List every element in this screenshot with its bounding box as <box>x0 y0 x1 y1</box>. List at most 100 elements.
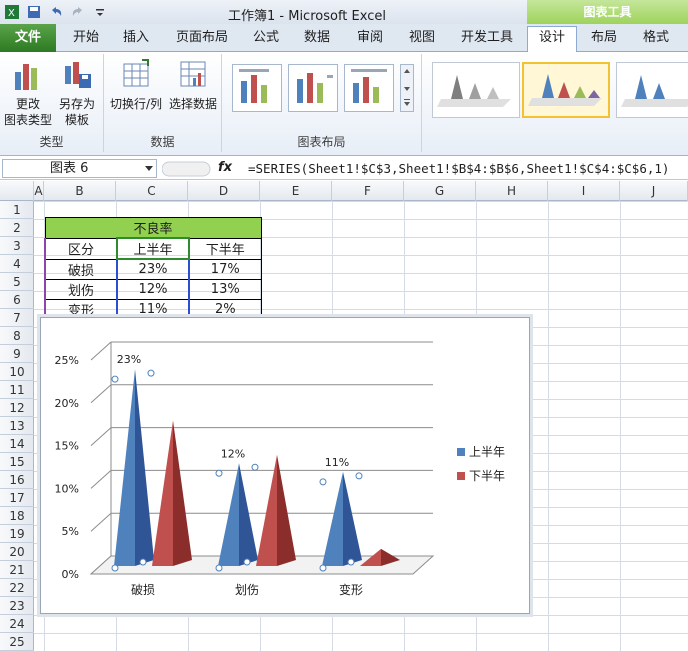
row-header-3[interactable]: 3 <box>0 237 34 255</box>
row-header-18[interactable]: 18 <box>0 507 34 525</box>
selection-handle[interactable] <box>215 564 223 572</box>
tab-developer[interactable]: 开发工具 <box>455 27 519 51</box>
row-header-25[interactable]: 25 <box>0 633 34 651</box>
selection-handle[interactable] <box>251 463 259 471</box>
tab-home[interactable]: 开始 <box>66 27 106 51</box>
selection-handle[interactable] <box>147 369 155 377</box>
row-header-4[interactable]: 4 <box>0 255 34 273</box>
table-header-cell[interactable]: 下半年 <box>188 237 262 260</box>
tab-page-layout[interactable]: 页面布局 <box>170 27 234 51</box>
col-header-a[interactable]: A <box>34 181 44 201</box>
table-cell[interactable]: 划伤 <box>44 278 118 300</box>
col-header-j[interactable]: J <box>620 181 688 201</box>
insert-function-button[interactable]: fx <box>218 160 232 175</box>
pyramid-side-face[interactable] <box>343 471 362 566</box>
chart-svg[interactable]: 0% 5% 10% 15% 20% 25% 23% 破损 12% 划伤 11% 变形 上半年下半年 <box>41 318 529 613</box>
pyramid-side-face[interactable] <box>173 420 192 566</box>
col-header-f[interactable]: F <box>332 181 404 201</box>
row-header-12[interactable]: 12 <box>0 399 34 417</box>
col-header-d[interactable]: D <box>188 181 260 201</box>
select-data-button[interactable]: 选择数据 <box>166 58 220 112</box>
selection-handle[interactable] <box>111 375 119 383</box>
row-header-24[interactable]: 24 <box>0 615 34 633</box>
tab-format[interactable]: 格式 <box>636 27 676 51</box>
row-header-16[interactable]: 16 <box>0 471 34 489</box>
selection-handle[interactable] <box>355 472 363 480</box>
pyramid-side-face[interactable] <box>277 454 296 566</box>
undo-icon[interactable] <box>48 4 64 20</box>
row-header-7[interactable]: 7 <box>0 309 34 327</box>
tab-design[interactable]: 设计 <box>527 26 577 52</box>
row-header-14[interactable]: 14 <box>0 435 34 453</box>
col-header-b[interactable]: B <box>44 181 116 201</box>
table-header-cell[interactable]: 上半年 <box>116 237 190 260</box>
row-header-5[interactable]: 5 <box>0 273 34 291</box>
table-cell[interactable]: 17% <box>188 258 262 280</box>
col-header-e[interactable]: E <box>260 181 332 201</box>
row-header-21[interactable]: 21 <box>0 561 34 579</box>
layout-scroll[interactable] <box>400 64 414 112</box>
selection-handle[interactable] <box>319 564 327 572</box>
pyramid-front-face[interactable] <box>152 420 173 566</box>
row-header-6[interactable]: 6 <box>0 291 34 309</box>
col-header-g[interactable]: G <box>404 181 476 201</box>
row-header-11[interactable]: 11 <box>0 381 34 399</box>
chart-layout-1[interactable] <box>232 64 282 112</box>
selection-handle[interactable] <box>139 558 147 566</box>
col-header-c[interactable]: C <box>116 181 188 201</box>
customize-toolbar-icon[interactable] <box>92 4 108 20</box>
chart-layout-2[interactable] <box>288 64 338 112</box>
selection-handle[interactable] <box>215 469 223 477</box>
chart-layout-3[interactable] <box>344 64 394 112</box>
tab-data[interactable]: 数据 <box>297 27 337 51</box>
tab-layout[interactable]: 布局 <box>584 27 624 51</box>
pyramid-side-face[interactable] <box>239 463 258 566</box>
tab-review[interactable]: 审阅 <box>350 27 390 51</box>
selection-handle[interactable] <box>111 564 119 572</box>
pyramid-front-face[interactable] <box>322 471 343 566</box>
row-header-17[interactable]: 17 <box>0 489 34 507</box>
pyramid-front-face[interactable] <box>218 463 239 566</box>
row-header-2[interactable]: 2 <box>0 219 34 237</box>
pyramid-front-face[interactable] <box>114 369 135 566</box>
name-box[interactable]: 图表 6 <box>2 159 157 178</box>
row-header-1[interactable]: 1 <box>0 201 34 219</box>
chart-style-1[interactable] <box>432 62 520 118</box>
tab-view[interactable]: 视图 <box>402 27 442 51</box>
switch-row-column-button[interactable]: 切换行/列 <box>108 58 164 112</box>
pyramid-side-face[interactable] <box>135 369 154 566</box>
row-header-22[interactable]: 22 <box>0 579 34 597</box>
chart-style-2-selected[interactable] <box>522 62 610 118</box>
tab-formulas[interactable]: 公式 <box>246 27 286 51</box>
save-as-template-button[interactable]: 另存为 模板 <box>54 58 100 128</box>
formula-input[interactable]: =SERIES(Sheet1!$C$3,Sheet1!$B$4:$B$6,She… <box>248 161 688 176</box>
chart-style-3[interactable] <box>616 62 688 118</box>
row-header-20[interactable]: 20 <box>0 543 34 561</box>
col-header-h[interactable]: H <box>476 181 548 201</box>
excel-icon[interactable]: X <box>4 4 20 20</box>
table-cell[interactable]: 破损 <box>44 258 118 280</box>
tab-insert[interactable]: 插入 <box>116 27 156 51</box>
selection-handle[interactable] <box>319 478 327 486</box>
pyramid-front-face[interactable] <box>256 454 277 566</box>
row-header-15[interactable]: 15 <box>0 453 34 471</box>
chart-area[interactable]: 0% 5% 10% 15% 20% 25% 23% 破损 12% 划伤 11% 变形 上半年 下半年 <box>40 317 530 614</box>
table-header-cell[interactable]: 区分 <box>44 237 118 260</box>
selection-handle[interactable] <box>347 558 355 566</box>
tab-file[interactable]: 文件 <box>0 24 56 52</box>
col-header-i[interactable]: I <box>548 181 620 201</box>
table-cell[interactable]: 13% <box>188 278 262 300</box>
row-header-9[interactable]: 9 <box>0 345 34 363</box>
row-header-23[interactable]: 23 <box>0 597 34 615</box>
row-header-10[interactable]: 10 <box>0 363 34 381</box>
row-header-13[interactable]: 13 <box>0 417 34 435</box>
table-cell[interactable]: 23% <box>116 258 190 280</box>
row-header-19[interactable]: 19 <box>0 525 34 543</box>
selection-handle[interactable] <box>243 558 251 566</box>
table-title-cell[interactable]: 不良率 <box>44 217 262 239</box>
name-box-dropdown-icon[interactable] <box>145 166 153 172</box>
save-icon[interactable] <box>26 4 42 20</box>
change-chart-type-button[interactable]: 更改 图表类型 <box>4 58 52 128</box>
table-cell[interactable]: 12% <box>116 278 190 300</box>
redo-icon[interactable] <box>70 4 86 20</box>
